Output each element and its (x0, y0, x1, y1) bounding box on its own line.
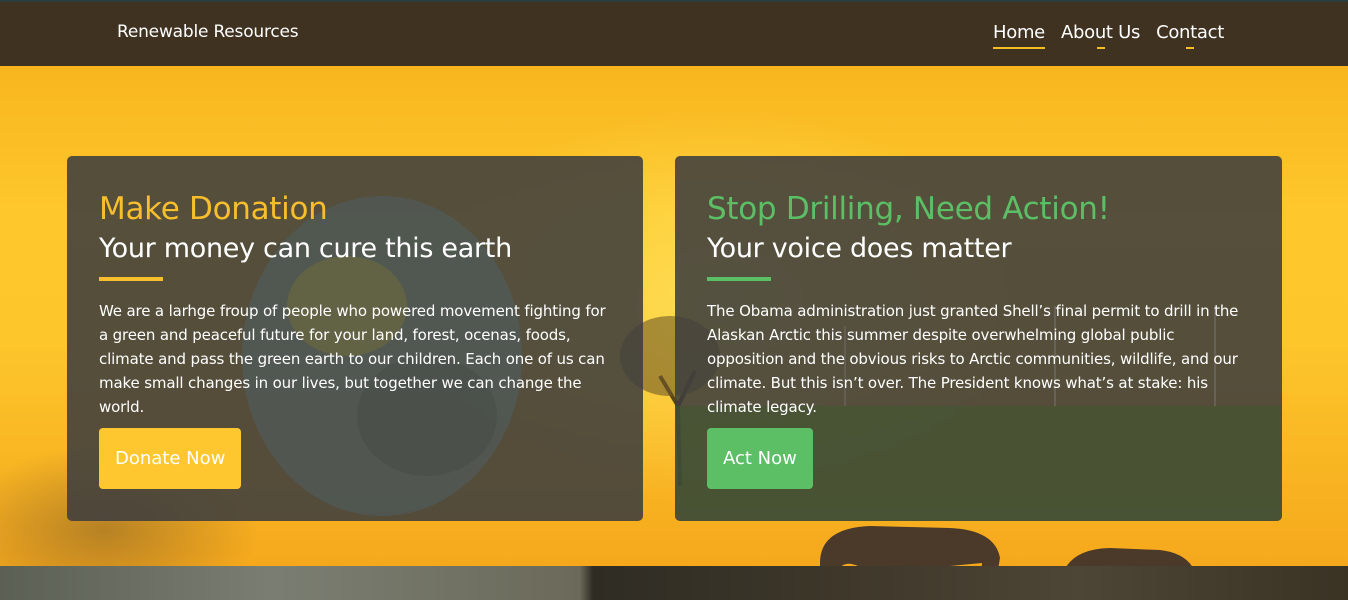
nav-link-about-us[interactable]: About Us (1060, 22, 1141, 49)
nav-link-contact[interactable]: Contact (1156, 22, 1224, 49)
act-now-button[interactable]: Act Now (707, 428, 813, 489)
donation-subtitle: Your money can cure this earth (99, 232, 512, 264)
drilling-subtitle: Your voice does matter (707, 232, 1012, 264)
active-underline (993, 47, 1045, 49)
brand-link[interactable]: Renewable Resources (117, 22, 299, 42)
drilling-card-content: Stop Drilling, Need Action! Your voice d… (707, 190, 1250, 419)
drilling-title: Stop Drilling, Need Action! (707, 191, 1110, 227)
title-accent-bar (99, 277, 163, 282)
nav-link-home[interactable]: Home (993, 22, 1045, 49)
nav-links: Home About Us Contact (993, 22, 1224, 49)
elephant-silhouette (820, 526, 1000, 566)
drilling-description: The Obama administration just granted Sh… (707, 302, 1239, 417)
drilling-card: Stop Drilling, Need Action! Your voice d… (675, 156, 1282, 521)
hover-underline-mark (1186, 47, 1195, 49)
next-section-image-strip (0, 566, 1348, 600)
donation-card-content: Make Donation Your money can cure this e… (99, 190, 611, 419)
nav-link-contact-label: Contact (1156, 22, 1224, 43)
donate-now-button[interactable]: Donate Now (99, 428, 242, 489)
donation-description: We are a larhge froup of people who powe… (99, 302, 606, 417)
nav-link-about-us-label: About Us (1060, 22, 1141, 43)
top-navbar: Renewable Resources Home About Us Contac… (0, 0, 1348, 66)
nav-link-home-label: Home (993, 22, 1045, 43)
donation-card: Make Donation Your money can cure this e… (67, 156, 643, 521)
title-accent-bar (707, 277, 771, 282)
donation-title: Make Donation (99, 191, 328, 227)
hover-underline-mark (1096, 47, 1105, 49)
hero-section: Make Donation Your money can cure this e… (0, 66, 1348, 566)
elephant-silhouette-small (1066, 548, 1192, 566)
